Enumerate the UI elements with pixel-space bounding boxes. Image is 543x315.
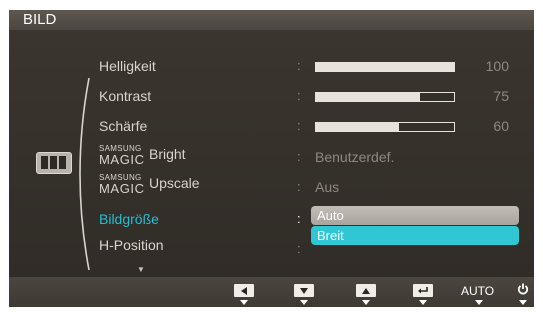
down-button[interactable]: [294, 283, 314, 298]
separator: :: [297, 118, 301, 133]
menu-arc-decoration: [79, 77, 90, 271]
enter-button[interactable]: [413, 283, 433, 298]
brightness-slider[interactable]: [315, 62, 455, 72]
down-button-indicator-icon: [300, 300, 308, 305]
auto-button-label: AUTO: [461, 283, 495, 298]
picture-category-icon[interactable]: [36, 152, 72, 174]
menu-item-value: Aus: [315, 179, 340, 195]
contrast-slider[interactable]: [315, 92, 455, 102]
magic-brand-text: MAGIC: [99, 181, 145, 196]
power-button-indicator-icon: [519, 300, 527, 305]
separator: :: [297, 58, 301, 73]
left-button[interactable]: [234, 283, 254, 298]
up-button-indicator-icon: [362, 300, 370, 305]
sharpness-slider[interactable]: [315, 122, 455, 132]
menu-item-label: Upscale: [149, 175, 200, 191]
menu-item-label: Bright: [149, 146, 186, 162]
title-bar: BILD: [9, 10, 534, 30]
slider-fill: [316, 63, 454, 71]
menu-item-label: Kontrast: [99, 88, 152, 104]
menu-item-label: Schärfe: [99, 118, 148, 134]
separator: :: [297, 241, 301, 256]
auto-button-indicator-icon: [475, 300, 483, 305]
menu-item-magic-bright[interactable]: SAMSUNG MAGIC Bright : Benutzerdef.: [99, 144, 524, 167]
menu-item-label-active: Bildgröße: [99, 211, 159, 227]
slider-value: 75: [493, 88, 509, 104]
dropdown-option-auto[interactable]: Auto: [311, 206, 519, 225]
menu-item-schaerfe[interactable]: Schärfe : 60: [99, 116, 524, 138]
osd-window: BILD Helligkeit : 100 Kontrast : 75 Schä…: [9, 10, 534, 307]
enter-button-indicator-icon: [419, 300, 427, 305]
menu-item-magic-upscale[interactable]: SAMSUNG MAGIC Upscale : Aus: [99, 173, 524, 196]
separator: :: [297, 149, 301, 164]
menu-item-label: H-Position: [99, 237, 164, 253]
scroll-down-indicator-icon: ▼: [137, 265, 145, 274]
menu-title: BILD: [23, 11, 57, 28]
power-button[interactable]: [517, 283, 529, 298]
menu-item-kontrast[interactable]: Kontrast : 75: [99, 86, 524, 108]
dropdown-option-breit-selected[interactable]: Breit: [311, 226, 519, 245]
up-arrow-icon: [356, 284, 376, 297]
menu-item-value: Benutzerdef.: [315, 149, 395, 165]
magic-brand-text: MAGIC: [99, 152, 145, 167]
left-button-indicator-icon: [240, 300, 248, 305]
slider-value: 60: [493, 118, 509, 134]
separator: :: [297, 88, 301, 103]
menu-item-helligkeit[interactable]: Helligkeit : 100: [99, 56, 524, 78]
power-icon: [517, 282, 529, 300]
picture-size-dropdown[interactable]: Auto Breit: [311, 206, 519, 246]
separator: :: [297, 179, 301, 194]
separator: :: [297, 211, 301, 226]
slider-fill: [316, 123, 399, 131]
enter-icon: [413, 284, 433, 297]
button-bar: AUTO: [9, 277, 534, 307]
auto-button[interactable]: AUTO: [461, 283, 494, 298]
menu-item-label: Helligkeit: [99, 58, 156, 74]
left-arrow-icon: [234, 284, 254, 297]
slider-fill: [316, 93, 420, 101]
slider-value: 100: [485, 58, 509, 74]
up-button[interactable]: [356, 283, 376, 298]
down-arrow-icon: [294, 284, 314, 297]
